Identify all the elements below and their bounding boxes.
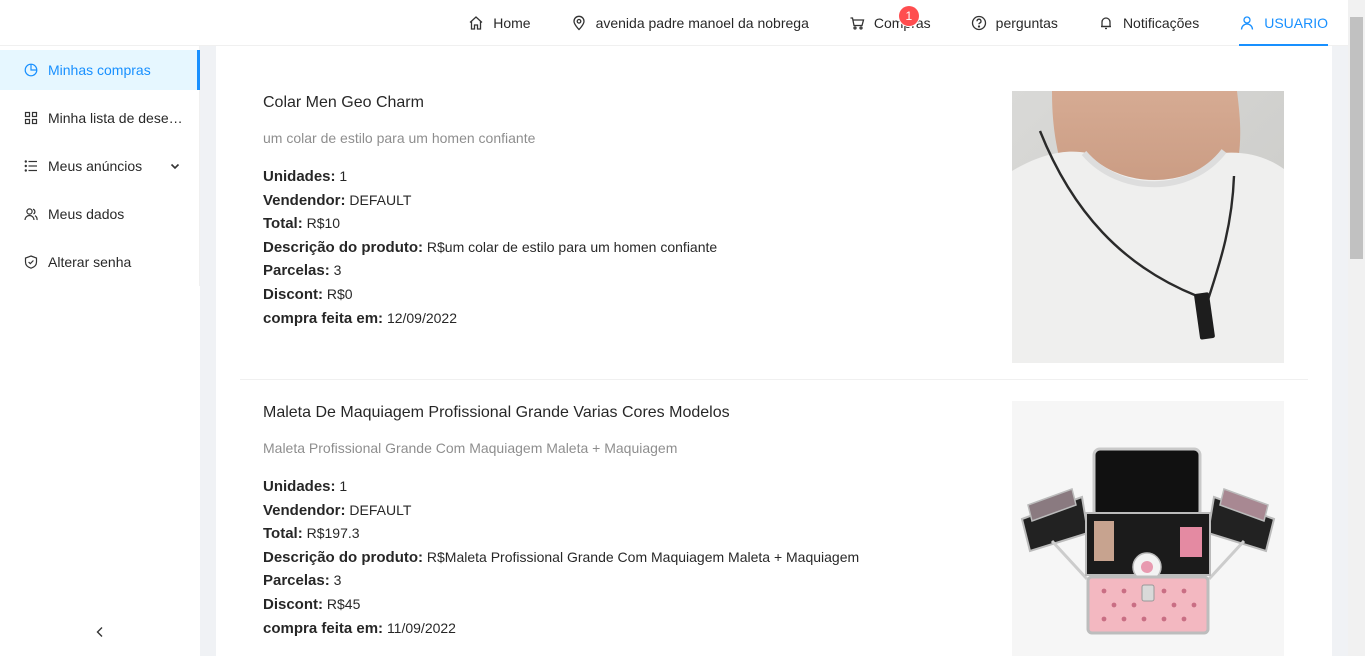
purchase-details: Unidades: 1 Vendendor: DEFAULT Total: R$… [263,165,717,330]
seller-value: DEFAULT [349,191,412,208]
purchased-at-value: 12/09/2022 [386,309,458,326]
nav-usuario[interactable]: USUARIO [1219,0,1348,46]
chevron-left-icon [94,626,106,638]
description-label: Descrição do produto: [263,548,424,566]
top-header: Home avenida padre manoel da nobrega Com… [0,0,1365,46]
nav-notificacoes[interactable]: Notificações [1078,0,1219,46]
discount-label: Discont: [263,595,323,613]
user-icon [1239,15,1255,31]
bell-icon [1098,15,1114,31]
product-subtitle: Maleta Profissional Grande Com Maquiagem… [263,440,678,456]
cart-count-badge: 1 [898,6,919,26]
total-label: Total: [263,525,303,543]
sidebar-item-label: Meus dados [48,206,125,222]
units-label: Unidades: [263,478,336,495]
pie-chart-icon [24,63,38,77]
list-item: Maleta De Maquiagem Profissional Grande … [240,381,1308,656]
discount-value: R$0 [326,285,353,302]
installments-label: Parcelas: [263,572,330,590]
nav-notificacoes-label: Notificações [1122,15,1200,31]
seller-label: Vendendor: [263,191,346,209]
purchased-at-value: 11/09/2022 [386,619,456,636]
shield-check-icon [24,255,38,269]
top-nav: Home avenida padre manoel da nobrega Com… [448,0,1348,46]
purchase-details: Unidades: 1 Vendendor: DEFAULT Total: R$… [263,475,859,640]
sidebar-item-label: Minhas compras [48,62,151,78]
installments-value: 3 [333,262,342,279]
purchased-at-label: compra feita em: [263,309,384,327]
question-circle-icon [971,15,987,31]
location-pin-icon [571,15,587,31]
purchases-list: Colar Men Geo Charm um colar de estilo p… [216,46,1332,656]
sidebar-collapse-button[interactable] [0,608,200,656]
discount-value: R$45 [326,595,361,612]
discount-label: Discont: [263,285,323,303]
product-image-necklace[interactable] [1012,91,1284,363]
sidebar: Minhas compras Minha lista de desejos Me… [0,46,200,656]
installments-label: Parcelas: [263,262,330,280]
sidebar-item-label: Alterar senha [48,254,132,270]
scrollbar-thumb[interactable] [1350,17,1363,259]
sidebar-item-label: Minha lista de desejos [48,110,184,126]
team-icon [24,207,38,221]
total-label: Total: [263,215,303,233]
sidebar-menu: Minhas compras Minha lista de desejos Me… [0,46,200,286]
sidebar-item-lista-desejos[interactable]: Minha lista de desejos [0,98,199,138]
description-value: R$um colar de estilo para um homen confi… [426,238,718,255]
nav-perguntas[interactable]: perguntas [951,0,1078,46]
nav-compras[interactable]: Compras 1 [829,0,951,46]
sidebar-item-meus-anuncios[interactable]: Meus anúncios [0,146,199,186]
grid-icon [24,111,38,125]
units-value: 1 [339,168,348,184]
nav-usuario-label: USUARIO [1264,15,1328,31]
seller-value: DEFAULT [349,501,412,518]
nav-home[interactable]: Home [448,0,550,46]
sidebar-item-label: Meus anúncios [48,158,143,174]
units-value: 1 [339,478,348,494]
product-image-makeup-case[interactable] [1012,401,1284,656]
purchased-at-label: compra feita em: [263,619,384,637]
nav-address-label: avenida padre manoel da nobrega [595,15,809,31]
seller-label: Vendendor: [263,501,346,519]
page-scrollbar[interactable] [1348,0,1365,656]
product-title[interactable]: Maleta De Maquiagem Profissional Grande … [263,401,730,425]
sidebar-item-alterar-senha[interactable]: Alterar senha [0,242,199,282]
total-value: R$197.3 [306,525,360,542]
units-label: Unidades: [263,168,336,185]
chevron-down-icon[interactable] [169,160,181,172]
list-item: Colar Men Geo Charm um colar de estilo p… [240,46,1308,380]
sidebar-item-minhas-compras[interactable]: Minhas compras [0,50,200,90]
product-title[interactable]: Colar Men Geo Charm [263,91,424,115]
nav-address[interactable]: avenida padre manoel da nobrega [551,0,829,46]
home-icon [468,15,484,31]
description-value: R$Maleta Profissional Grande Com Maquiag… [426,548,860,565]
description-label: Descrição do produto: [263,238,424,256]
total-value: R$10 [306,215,341,232]
ordered-list-icon [24,159,38,173]
installments-value: 3 [333,572,342,589]
nav-home-label: Home [493,15,531,31]
sidebar-item-meus-dados[interactable]: Meus dados [0,194,199,234]
cart-icon [849,15,865,31]
product-subtitle: um colar de estilo para um homen confian… [263,130,536,146]
nav-perguntas-label: perguntas [995,15,1058,31]
